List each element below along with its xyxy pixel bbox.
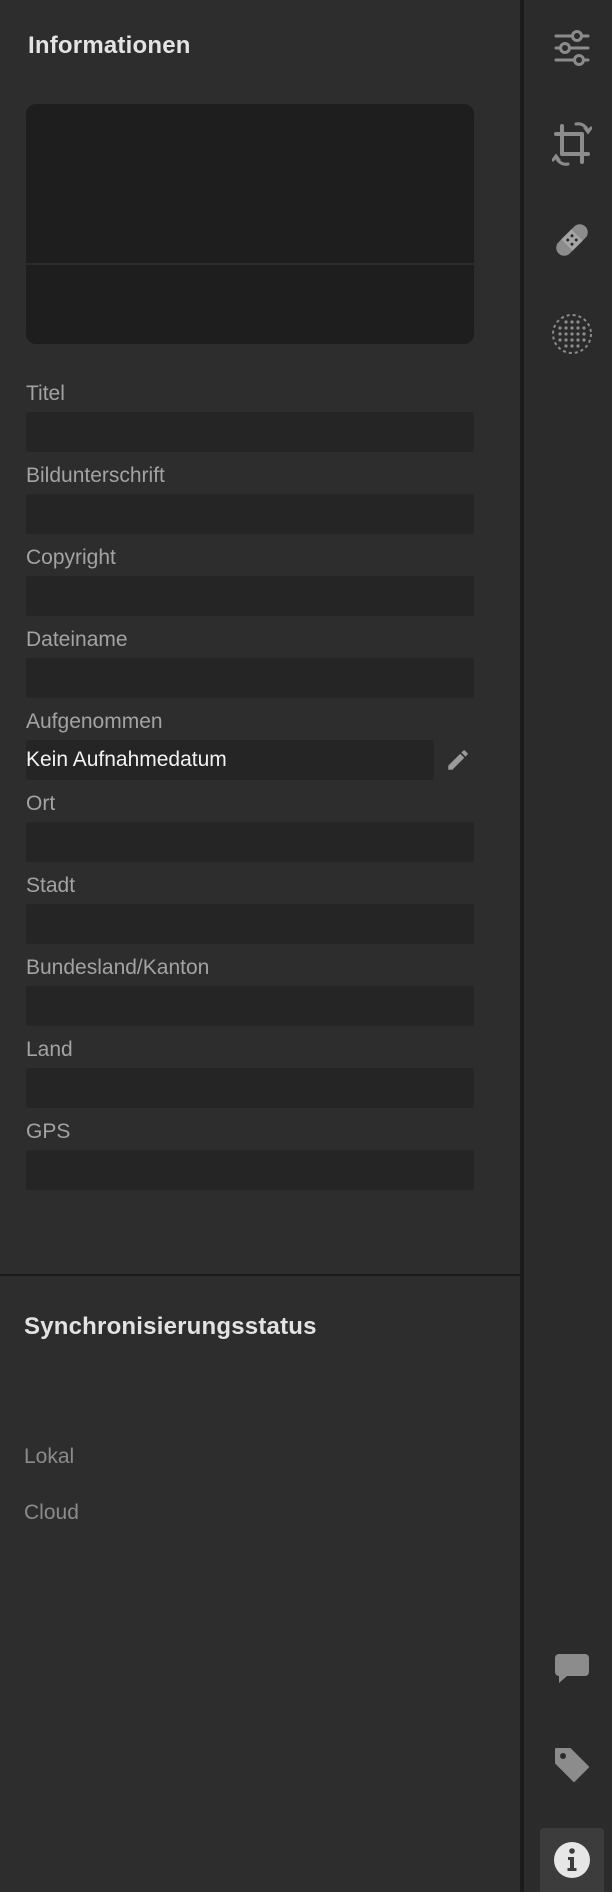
gps-input[interactable] (26, 1150, 474, 1190)
crop-tool-button[interactable] (540, 112, 604, 176)
city-input[interactable] (26, 904, 474, 944)
masking-tool-button[interactable] (540, 302, 604, 366)
section-divider (0, 1274, 520, 1276)
gps-label: GPS (26, 1120, 71, 1143)
preview-divider (26, 263, 474, 265)
sync-cloud-label: Cloud (24, 1501, 79, 1524)
comment-icon (555, 1654, 589, 1683)
filename-label: Dateiname (26, 628, 128, 651)
healing-bandage-icon (556, 224, 588, 256)
keywords-button[interactable] (540, 1733, 604, 1797)
city-label: Stadt (26, 874, 76, 897)
title-input[interactable] (26, 412, 474, 452)
copyright-label: Copyright (26, 546, 116, 569)
caption-input[interactable] (26, 494, 474, 534)
filename-input[interactable] (26, 658, 474, 698)
crop-icon (552, 122, 592, 166)
sliders-icon (554, 30, 590, 66)
sync-title: Synchronisierungsstatus (24, 1313, 317, 1340)
state-input[interactable] (26, 986, 474, 1026)
edit-date-button[interactable] (444, 746, 472, 774)
location-input[interactable] (26, 822, 474, 862)
tag-icon (555, 1748, 589, 1782)
state-label: Bundesland/Kanton (26, 956, 210, 979)
healing-tool-button[interactable] (540, 208, 604, 272)
tool-rail (524, 0, 612, 1892)
pencil-icon (448, 750, 468, 770)
caption-label: Bildunterschrift (26, 464, 165, 487)
captured-value[interactable]: Kein Aufnahmedatum (26, 740, 434, 780)
image-preview (26, 104, 474, 344)
info-button[interactable] (540, 1828, 604, 1892)
info-panel: Informationen Titel Bildunterschrift Cop… (0, 0, 520, 1892)
title-label: Titel (26, 382, 65, 405)
sync-local-label: Lokal (24, 1445, 75, 1468)
country-input[interactable] (26, 1068, 474, 1108)
location-label: Ort (26, 792, 56, 815)
info-icon (554, 1842, 590, 1878)
country-label: Land (26, 1038, 73, 1061)
mask-dots-icon (552, 314, 592, 354)
edit-tool-button[interactable] (540, 16, 604, 80)
comments-button[interactable] (540, 1637, 604, 1701)
info-title: Informationen (28, 32, 191, 59)
captured-label: Aufgenommen (26, 710, 163, 733)
copyright-input[interactable] (26, 576, 474, 616)
